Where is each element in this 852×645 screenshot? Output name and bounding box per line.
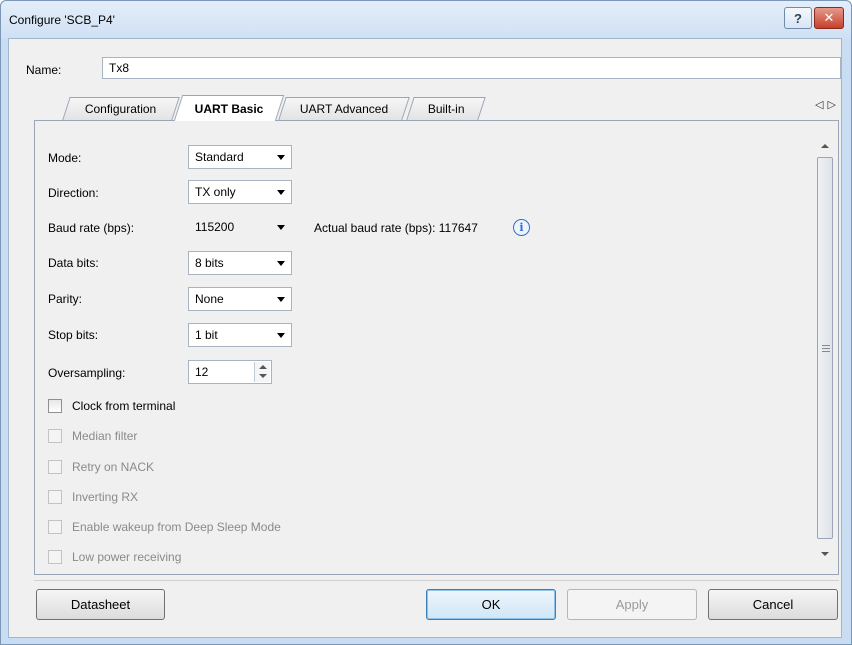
tab-label: Built-in <box>427 102 465 116</box>
oversampling-value: 12 <box>195 365 209 379</box>
stepper-buttons[interactable] <box>254 362 270 382</box>
low-power-receiving-checkbox <box>48 550 62 564</box>
datasheet-button[interactable]: Datasheet <box>36 589 165 620</box>
info-icon[interactable]: i <box>513 219 530 236</box>
close-button[interactable]: ✕ <box>814 7 844 29</box>
tab-panel <box>34 120 839 575</box>
vertical-scrollbar[interactable] <box>816 138 834 574</box>
tab-label: Configuration <box>85 102 157 116</box>
parity-value: None <box>195 292 224 306</box>
inverting-rx-label: Inverting RX <box>72 490 139 504</box>
tab-uart-advanced[interactable]: UART Advanced <box>278 97 410 120</box>
name-field[interactable]: Tx8 <box>102 57 841 79</box>
direction-dropdown[interactable]: TX only <box>188 180 292 204</box>
apply-button[interactable]: Apply <box>567 589 697 620</box>
chevron-down-icon <box>277 155 285 160</box>
mode-label: Mode: <box>48 151 82 165</box>
stop-bits-dropdown[interactable]: 1 bit <box>188 323 292 347</box>
scrollbar-thumb[interactable] <box>817 157 833 539</box>
median-filter-row: Median filter <box>48 427 137 445</box>
actual-baud-rate-text: Actual baud rate (bps): 117647 <box>314 221 478 235</box>
name-label: Name: <box>26 63 62 77</box>
tab-label: UART Basic <box>194 101 264 116</box>
mode-dropdown[interactable]: Standard <box>188 145 292 169</box>
tab-built-in[interactable]: Built-in <box>406 97 486 120</box>
tab-scroll-right-icon[interactable]: ▷ <box>827 99 839 111</box>
clock-from-terminal-label: Clock from terminal <box>72 399 176 413</box>
tab-label: UART Advanced <box>299 102 388 116</box>
median-filter-checkbox <box>48 429 62 443</box>
oversampling-label: Oversampling: <box>48 366 126 380</box>
chevron-down-icon <box>277 225 285 230</box>
spinner-down-icon[interactable] <box>259 374 267 378</box>
tab-scroll-arrows[interactable]: ◁▷ <box>815 98 840 111</box>
direction-value: TX only <box>195 185 236 199</box>
tab-configuration[interactable]: Configuration <box>62 97 180 120</box>
chevron-down-icon <box>277 333 285 338</box>
baud-rate-label: Baud rate (bps): <box>48 221 135 235</box>
baud-rate-value: 115200 <box>195 220 235 234</box>
chevron-down-icon <box>277 261 285 266</box>
help-button[interactable]: ? <box>784 7 812 29</box>
oversampling-stepper[interactable]: 12 <box>188 360 272 384</box>
title-bar: Configure 'SCB_P4' ? ✕ <box>1 1 851 39</box>
chevron-down-icon <box>277 190 285 195</box>
ok-button[interactable]: OK <box>426 589 556 620</box>
low-power-receiving-label: Low power receiving <box>72 550 182 564</box>
baud-rate-combo[interactable]: 115200 <box>188 215 292 239</box>
direction-label: Direction: <box>48 186 99 200</box>
retry-on-nack-label: Retry on NACK <box>72 460 155 474</box>
stop-bits-value: 1 bit <box>195 328 218 342</box>
parity-label: Parity: <box>48 292 83 306</box>
enable-wakeup-label: Enable wakeup from Deep Sleep Mode <box>72 520 281 534</box>
mode-value: Standard <box>195 150 244 164</box>
cancel-button[interactable]: Cancel <box>708 589 838 620</box>
enable-wakeup-row: Enable wakeup from Deep Sleep Mode <box>48 518 281 536</box>
tab-scroll-left-icon[interactable]: ◁ <box>815 99 827 111</box>
scroll-up-icon[interactable] <box>821 144 829 148</box>
low-power-receiving-row: Low power receiving <box>48 548 181 566</box>
grip-icon <box>822 345 830 352</box>
tab-uart-basic[interactable]: UART Basic <box>173 95 285 121</box>
footer-separator <box>34 580 839 581</box>
retry-on-nack-checkbox <box>48 460 62 474</box>
spinner-up-icon[interactable] <box>259 365 267 369</box>
clock-from-terminal-checkbox[interactable] <box>48 399 62 413</box>
inverting-rx-checkbox <box>48 490 62 504</box>
window-title: Configure 'SCB_P4' <box>9 13 115 27</box>
close-icon: ✕ <box>823 10 835 25</box>
inverting-rx-row: Inverting RX <box>48 488 138 506</box>
parity-dropdown[interactable]: None <box>188 287 292 311</box>
stop-bits-label: Stop bits: <box>48 328 99 342</box>
clock-from-terminal-row[interactable]: Clock from terminal <box>48 397 175 415</box>
data-bits-value: 8 bits <box>195 256 224 270</box>
scroll-down-icon[interactable] <box>821 552 829 556</box>
data-bits-dropdown[interactable]: 8 bits <box>188 251 292 275</box>
median-filter-label: Median filter <box>72 429 138 443</box>
data-bits-label: Data bits: <box>48 256 99 270</box>
help-icon: ? <box>794 10 802 26</box>
enable-wakeup-checkbox <box>48 520 62 534</box>
retry-on-nack-row: Retry on NACK <box>48 458 154 476</box>
chevron-down-icon <box>277 297 285 302</box>
